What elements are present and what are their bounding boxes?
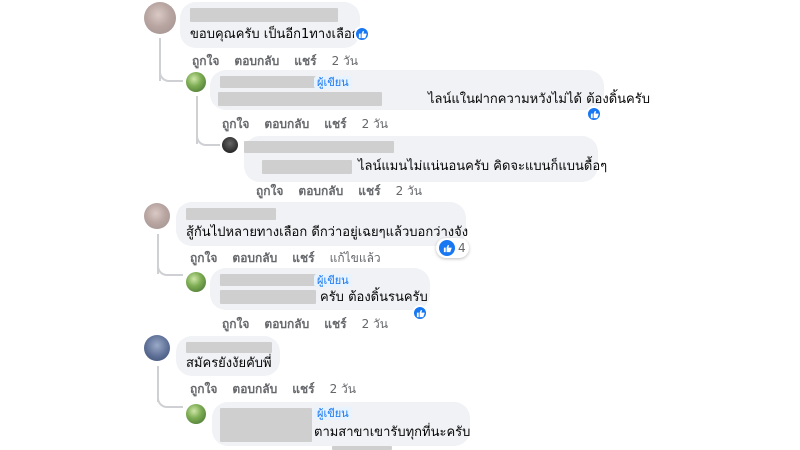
avatar[interactable] <box>186 404 206 424</box>
reply-button[interactable]: ตอบกลับ <box>298 182 343 201</box>
reply-button[interactable]: ตอบกลับ <box>264 315 309 334</box>
avatar[interactable] <box>144 203 170 229</box>
thread-connector <box>157 254 183 276</box>
like-reaction-icon <box>439 240 455 256</box>
comment-bubble: สู้กันไปหลายทางเลือก ดีกว่าอยู่เฉยๆแล้วบ… <box>176 202 469 246</box>
reply-bubble: ไลน์แมนไม่แน่นอนครับ คิดจะแบนก็แบนดื้อๆ <box>244 136 607 182</box>
timestamp[interactable]: 2 วัน <box>396 182 422 201</box>
avatar[interactable] <box>144 335 170 361</box>
comment-text: สู้กันไปหลายทางเลือก ดีกว่าอยู่เฉยๆแล้วบ… <box>186 225 469 240</box>
share-button[interactable]: แชร์ <box>324 315 346 334</box>
reply-actions: ถูกใจ ตอบกลับ แชร์ 2 วัน <box>222 115 388 134</box>
thread-connector <box>157 386 183 408</box>
like-reaction-icon[interactable] <box>354 26 370 42</box>
reply-bubble: ผู้เขียน ไลน์แในฝากความหวังไม่ได้ ต้องดิ… <box>210 70 650 110</box>
author-badge: ผู้เขียน <box>314 76 352 89</box>
thread-connector <box>196 124 220 146</box>
reply-button[interactable]: ตอบกลับ <box>264 115 309 134</box>
reply-button[interactable]: ตอบกลับ <box>234 52 279 71</box>
thread-connector <box>159 60 183 82</box>
share-button[interactable]: แชร์ <box>292 249 314 268</box>
reaction-summary[interactable]: 4 <box>436 238 469 258</box>
timestamp[interactable]: 2 วัน <box>362 115 388 134</box>
avatar[interactable] <box>144 2 176 34</box>
reply-button[interactable]: ตอบกลับ <box>232 380 277 399</box>
mention-tag[interactable] <box>262 160 352 174</box>
comment-bubble: ขอบคุณครับ เป็นอีก1ทางเลือก <box>180 2 360 48</box>
timestamp[interactable]: 2 วัน <box>332 52 358 71</box>
comment-text: ขอบคุณครับ เป็นอีก1ทางเลือก <box>190 27 360 42</box>
commenter-name[interactable] <box>220 274 316 286</box>
reply-bubble: ผู้เขียน ตามสาขาเขารับทุกที่นะครับ <box>212 402 470 446</box>
avatar[interactable] <box>222 137 238 153</box>
commenter-name[interactable] <box>220 408 312 442</box>
timestamp[interactable]: 2 วัน <box>362 315 388 334</box>
share-button[interactable]: แชร์ <box>358 182 380 201</box>
like-button[interactable]: ถูกใจ <box>190 380 217 399</box>
mention-tag[interactable] <box>218 92 382 106</box>
author-badge: ผู้เขียน <box>314 407 352 420</box>
reply-bubble: ผู้เขียน ครับ ต้องดิ้นรนครับ <box>210 268 430 310</box>
like-reaction-icon[interactable] <box>586 106 602 122</box>
commenter-name[interactable] <box>186 208 276 220</box>
author-badge: ผู้เขียน <box>314 274 352 287</box>
like-button[interactable]: ถูกใจ <box>222 315 249 334</box>
commenter-name[interactable] <box>244 141 394 153</box>
comment-bubble: สมัครยังงัยคับพี่ <box>176 336 280 376</box>
next-commenter-name[interactable] <box>332 446 392 450</box>
comment-actions: ถูกใจ ตอบกลับ แชร์ 2 วัน <box>192 52 358 71</box>
share-button[interactable]: แชร์ <box>324 115 346 134</box>
share-button[interactable]: แชร์ <box>292 380 314 399</box>
comment-actions: ถูกใจ ตอบกลับ แชร์ 2 วัน <box>190 380 356 399</box>
reply-actions: ถูกใจ ตอบกลับ แชร์ 2 วัน <box>222 315 388 334</box>
like-reaction-icon[interactable] <box>412 305 428 321</box>
mention-tag[interactable] <box>220 290 316 304</box>
reply-actions: ถูกใจ ตอบกลับ แชร์ 2 วัน <box>256 182 422 201</box>
edited-label[interactable]: แก้ไขแล้ว <box>330 249 381 268</box>
like-button[interactable]: ถูกใจ <box>222 115 249 134</box>
like-button[interactable]: ถูกใจ <box>256 182 283 201</box>
reply-text: ครับ ต้องดิ้นรนครับ <box>320 290 428 305</box>
commenter-name[interactable] <box>186 342 272 353</box>
reply-text: ตามสาขาเขารับทุกที่นะครับ <box>314 425 471 440</box>
reply-text: ไลน์แในฝากความหวังไม่ได้ ต้องดิ้นครับ <box>428 92 650 107</box>
commenter-name[interactable] <box>190 8 338 22</box>
comment-text: สมัครยังงัยคับพี่ <box>186 356 272 371</box>
timestamp[interactable]: 2 วัน <box>330 380 356 399</box>
reply-button[interactable]: ตอบกลับ <box>232 249 277 268</box>
share-button[interactable]: แชร์ <box>294 52 316 71</box>
comment-actions: ถูกใจ ตอบกลับ แชร์ แก้ไขแล้ว <box>190 249 381 268</box>
reply-text: ไลน์แมนไม่แน่นอนครับ คิดจะแบนก็แบนดื้อๆ <box>358 159 608 174</box>
avatar[interactable] <box>186 272 206 292</box>
reaction-count: 4 <box>458 241 466 255</box>
like-button[interactable]: ถูกใจ <box>190 249 217 268</box>
like-button[interactable]: ถูกใจ <box>192 52 219 71</box>
commenter-name[interactable] <box>220 76 316 88</box>
avatar[interactable] <box>186 72 206 92</box>
